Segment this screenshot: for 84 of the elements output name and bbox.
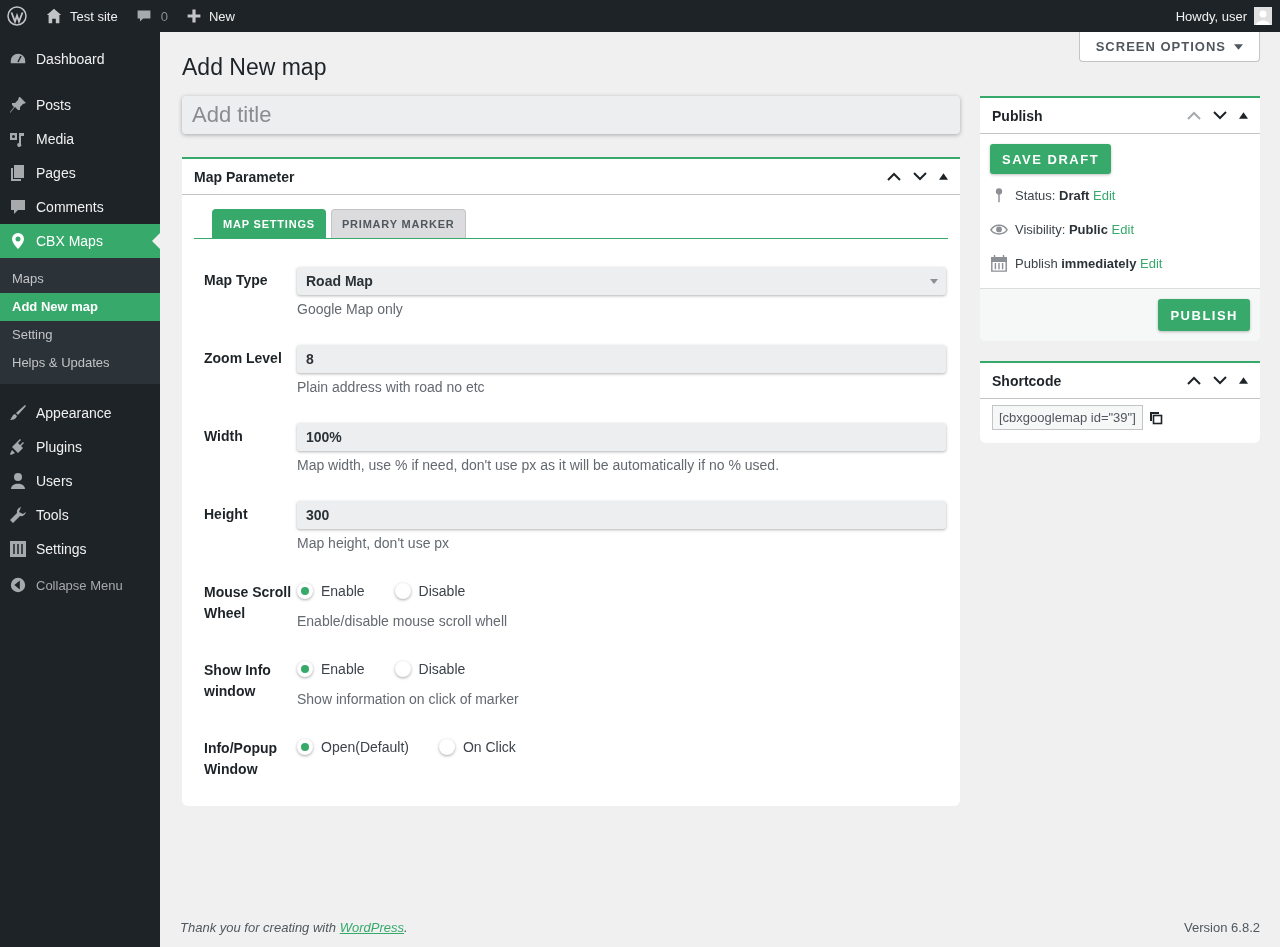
account-link[interactable]: Howdy, user xyxy=(1175,7,1272,25)
wordpress-logo-icon[interactable] xyxy=(7,6,27,26)
field-description: Enable/disable mouse scroll whell xyxy=(297,613,509,629)
publish-setting-text: Publish immediately Edit xyxy=(1015,255,1163,271)
field-label: Height xyxy=(204,505,249,524)
wrench-icon xyxy=(8,505,28,525)
page-title: Add New map xyxy=(182,54,328,81)
field-description: Show information on click of marker xyxy=(297,691,520,707)
collapse-menu-button[interactable]: Collapse Menu xyxy=(0,566,160,594)
radio-button[interactable] xyxy=(297,739,313,755)
move-up-chevron-icon[interactable] xyxy=(887,172,901,181)
field-label: Zoom Level xyxy=(204,349,283,368)
move-down-chevron-icon[interactable] xyxy=(913,172,927,181)
sliders-icon xyxy=(8,539,28,559)
menu-item[interactable]: Pages xyxy=(0,156,160,190)
field-description: Map width, use % if need, don't use px as it will be automatically if no % used. xyxy=(297,457,781,473)
field-label: Info/Popup Window xyxy=(204,739,279,779)
text-field[interactable]: 100% xyxy=(297,423,946,451)
radio-button[interactable] xyxy=(394,661,411,677)
pin-icon xyxy=(8,95,28,115)
brush-icon xyxy=(8,403,28,423)
menu-item[interactable]: Posts xyxy=(0,88,160,122)
move-up-chevron-icon[interactable] xyxy=(1187,376,1201,385)
panel-title: Map Parameter xyxy=(194,168,295,185)
publish-setting-text: Status: Draft Edit xyxy=(1015,187,1116,203)
collapse-triangle-icon[interactable] xyxy=(939,173,948,180)
calendar-icon xyxy=(990,254,1008,272)
collapse-triangle-icon[interactable] xyxy=(1239,377,1248,384)
panel-title: Publish xyxy=(992,107,1043,124)
move-down-chevron-icon[interactable] xyxy=(1213,111,1227,120)
publish-setting-text: Visibility: Public Edit xyxy=(1015,221,1134,237)
radio-button[interactable] xyxy=(438,739,455,755)
menu-item[interactable]: Comments xyxy=(0,190,160,224)
footer-thanks-text: Thank you for creating with WordPress. xyxy=(180,920,408,935)
title-field[interactable]: Add title xyxy=(182,96,960,134)
submenu-item[interactable]: Setting xyxy=(0,321,160,349)
panel-title: Shortcode xyxy=(992,372,1062,389)
move-down-chevron-icon[interactable] xyxy=(1213,376,1227,385)
plus-icon xyxy=(185,8,202,24)
user-icon xyxy=(8,471,28,491)
radio-label: Enable xyxy=(321,583,365,599)
submenu-item[interactable]: Maps xyxy=(0,265,160,293)
new-content-link[interactable]: New xyxy=(185,8,235,24)
radio-label: Enable xyxy=(321,661,365,677)
home-icon xyxy=(45,7,63,25)
menu-item[interactable]: Settings xyxy=(0,532,160,566)
collapse-triangle-icon[interactable] xyxy=(1239,112,1248,119)
comments-icon xyxy=(8,197,28,217)
radio-label: Disable xyxy=(418,661,466,677)
radio-label: Open(Default) xyxy=(321,739,409,755)
text-field[interactable]: 8 xyxy=(297,345,946,373)
field-description: Google Map only xyxy=(297,301,404,317)
radio-label: On Click xyxy=(462,739,516,755)
field-label: Mouse Scroll Wheel xyxy=(204,583,293,623)
radio-label: Disable xyxy=(418,583,466,599)
menu-item[interactable]: Plugins xyxy=(0,430,160,464)
field-description: Map height, don't use px xyxy=(297,535,451,551)
menu-item[interactable]: Appearance xyxy=(0,396,160,430)
submenu-item[interactable]: Helps & Updates xyxy=(0,349,160,377)
field-label: Show Info window xyxy=(204,661,272,701)
version-text: Version 6.8.2 xyxy=(1184,920,1260,935)
menu-item[interactable]: Media xyxy=(0,122,160,156)
menu-item[interactable]: Users xyxy=(0,464,160,498)
field-description: Plain address with road no etc xyxy=(297,379,486,395)
field-label: Width xyxy=(204,427,244,446)
screen-options-button[interactable]: SCREEN OPTIONS xyxy=(1078,32,1260,62)
avatar-icon xyxy=(1254,7,1272,25)
map-type-dropdown[interactable]: Road Map xyxy=(297,267,946,295)
speech-bubble-icon xyxy=(135,8,152,24)
menu-item[interactable]: Tools xyxy=(0,498,160,532)
site-name-link[interactable]: Test site xyxy=(45,7,118,25)
menu-item[interactable]: Dashboard xyxy=(0,42,160,76)
radio-button[interactable] xyxy=(297,583,313,599)
radio-button[interactable] xyxy=(394,583,411,599)
copy-icon[interactable] xyxy=(1148,410,1163,425)
current-page-pointer-icon xyxy=(152,233,160,249)
field-label: Map Type xyxy=(204,271,269,290)
tab[interactable]: PRIMARY MARKER xyxy=(330,209,466,238)
radio-button[interactable] xyxy=(297,661,313,677)
caret-icon xyxy=(1234,43,1243,50)
comments-link[interactable]: 0 xyxy=(135,8,168,24)
caret-icon xyxy=(930,278,938,284)
text-field[interactable]: 300 xyxy=(297,501,946,529)
shortcode-field[interactable]: [cbxgooglemap id="39"] xyxy=(992,405,1143,430)
